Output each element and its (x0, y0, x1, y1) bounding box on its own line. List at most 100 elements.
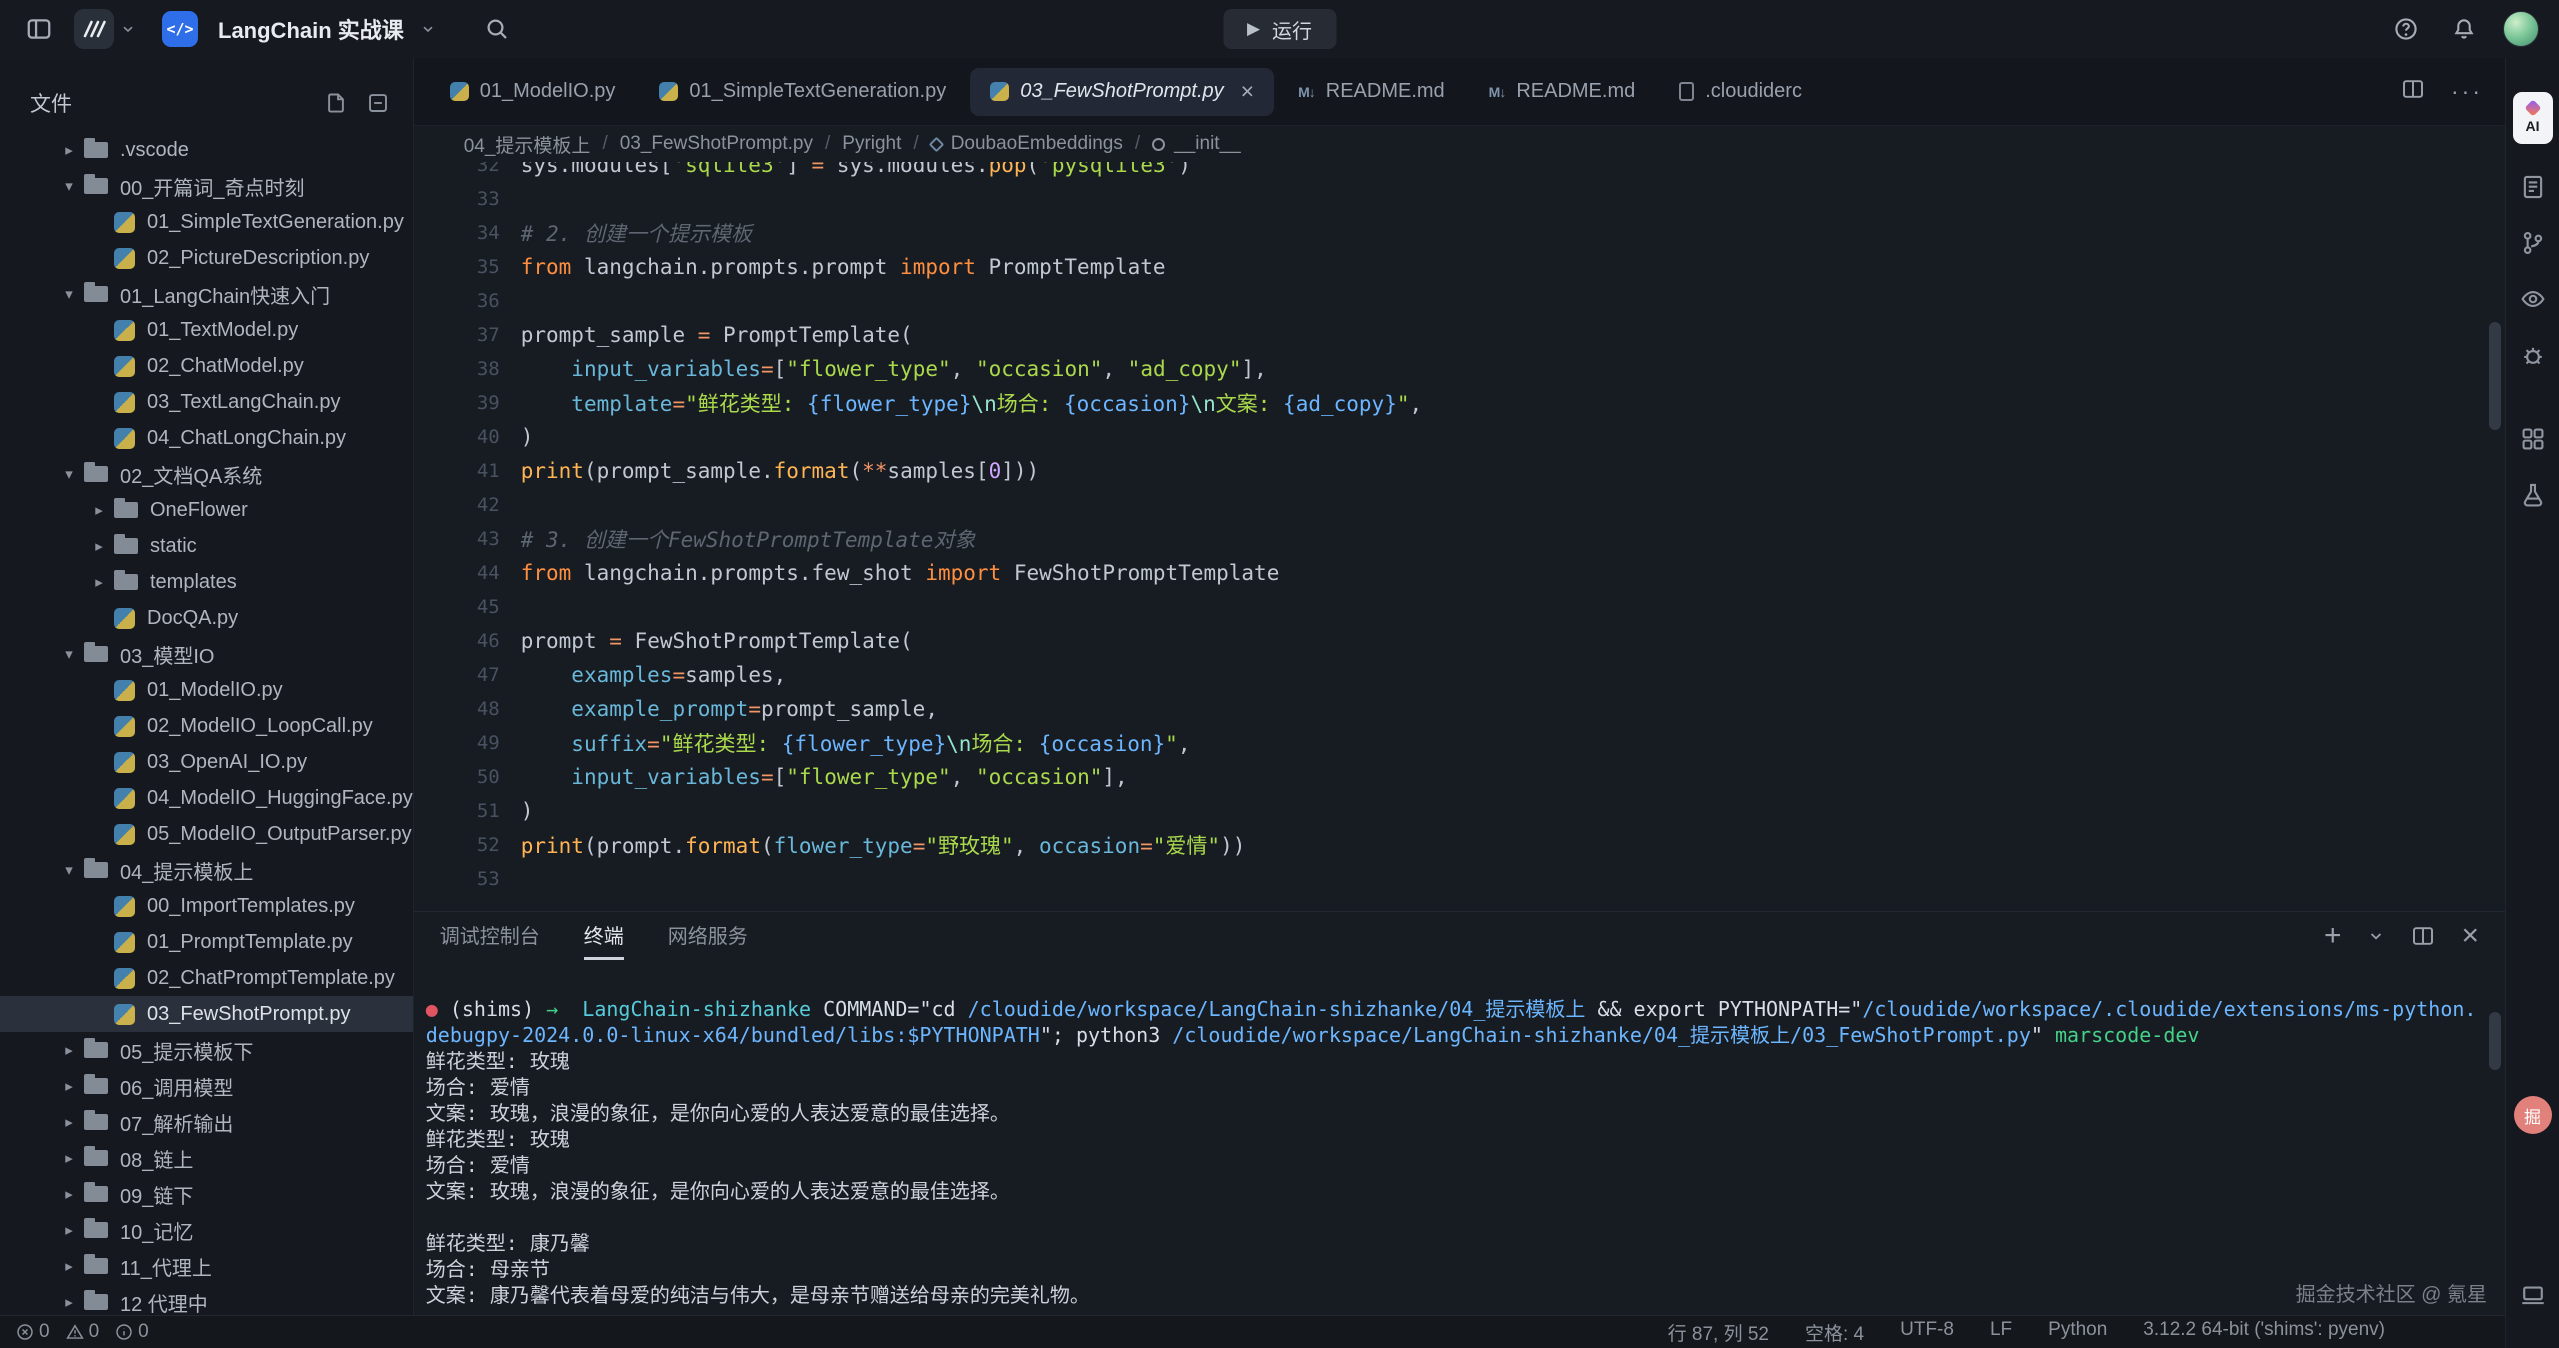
code-line[interactable]: 43# 3. 创建一个FewShotPromptTemplate对象 (414, 522, 2505, 556)
infos-indicator[interactable]: 0 (115, 1321, 149, 1343)
line-number[interactable]: 33 (414, 188, 500, 210)
code-line[interactable]: 37prompt_sample = PromptTemplate( (414, 318, 2505, 352)
status-item[interactable]: 3.12.2 64-bit ('shims': pyenv) (2143, 1319, 2385, 1346)
tree-file-item[interactable]: 03_FewShotPrompt.py (0, 996, 413, 1032)
code-line[interactable]: 51) (414, 794, 2505, 828)
tree-folder-item[interactable]: ▸09_链下 (0, 1176, 413, 1212)
code-line[interactable]: 38 input_variables=["flower_type", "occa… (414, 352, 2505, 386)
tree-folder-item[interactable]: ▾01_LangChain快速入门 (0, 276, 413, 312)
split-editor-icon[interactable] (2401, 77, 2425, 106)
line-number[interactable]: 32 (414, 162, 500, 176)
editor-tab[interactable]: M↓README.md (1469, 68, 1656, 116)
tree-file-item[interactable]: 05_ModelIO_OutputParser.py (0, 816, 413, 852)
document-preview-icon[interactable] (2520, 174, 2546, 200)
tree-file-item[interactable]: DocQA.py (0, 600, 413, 636)
tree-folder-item[interactable]: ▸OneFlower (0, 492, 413, 528)
tree-folder-item[interactable]: ▸07_解析输出 (0, 1104, 413, 1140)
floating-avatar-badge[interactable]: 掘 (2514, 1096, 2552, 1134)
code-line[interactable]: 48 example_prompt=prompt_sample, (414, 692, 2505, 726)
source-control-icon[interactable] (2520, 230, 2546, 256)
line-number[interactable]: 48 (414, 698, 500, 720)
status-item[interactable]: UTF-8 (1900, 1319, 1954, 1346)
new-terminal-icon[interactable]: + (2324, 921, 2342, 951)
editor-tab[interactable]: 01_SimpleTextGeneration.py (639, 68, 966, 116)
tree-folder-item[interactable]: ▸11_代理上 (0, 1248, 413, 1284)
tree-file-item[interactable]: 02_ModelIO_LoopCall.py (0, 708, 413, 744)
debug-bug-icon[interactable] (2520, 342, 2546, 368)
line-number[interactable]: 35 (414, 256, 500, 278)
line-number[interactable]: 42 (414, 494, 500, 516)
code-line[interactable]: 47 examples=samples, (414, 658, 2505, 692)
tree-folder-item[interactable]: ▸templates (0, 564, 413, 600)
code-line[interactable]: 45 (414, 590, 2505, 624)
line-number[interactable]: 34 (414, 222, 500, 244)
tree-folder-item[interactable]: ▸06_调用模型 (0, 1068, 413, 1104)
code-line[interactable]: 34# 2. 创建一个提示模板 (414, 216, 2505, 250)
line-number[interactable]: 41 (414, 460, 500, 482)
line-number[interactable]: 44 (414, 562, 500, 584)
line-number[interactable]: 43 (414, 528, 500, 550)
tree-folder-item[interactable]: ▸.vscode (0, 132, 413, 168)
editor-tab[interactable]: 03_FewShotPrompt.py× (970, 68, 1274, 116)
tree-file-item[interactable]: 01_PromptTemplate.py (0, 924, 413, 960)
panel-tab[interactable]: 网络服务 (668, 912, 748, 960)
errors-indicator[interactable]: 0 (16, 1321, 50, 1343)
help-icon[interactable] (2387, 10, 2425, 48)
terminal-scrollbar[interactable] (2489, 1012, 2501, 1070)
tree-file-item[interactable]: 02_PictureDescription.py (0, 240, 413, 276)
line-number[interactable]: 45 (414, 596, 500, 618)
user-avatar[interactable] (2503, 11, 2539, 47)
editor-tab[interactable]: M↓README.md (1278, 68, 1465, 116)
laptop-icon[interactable] (2520, 1282, 2546, 1308)
line-number[interactable]: 51 (414, 800, 500, 822)
tree-file-item[interactable]: 03_OpenAI_IO.py (0, 744, 413, 780)
status-item[interactable]: LF (1990, 1319, 2012, 1346)
tree-file-item[interactable]: 02_ChatModel.py (0, 348, 413, 384)
line-number[interactable]: 53 (414, 868, 500, 890)
code-line[interactable]: 40) (414, 420, 2505, 454)
tree-folder-item[interactable]: ▸08_链上 (0, 1140, 413, 1176)
bell-icon[interactable] (2445, 10, 2483, 48)
ai-assistant-button[interactable]: AI (2513, 92, 2553, 144)
line-number[interactable]: 46 (414, 630, 500, 652)
tree-file-item[interactable]: 04_ModelIO_HuggingFace.py (0, 780, 413, 816)
line-number[interactable]: 50 (414, 766, 500, 788)
breadcrumb-item[interactable]: DoubaoEmbeddings (931, 133, 1123, 155)
editor-scrollbar[interactable] (2489, 322, 2501, 430)
breadcrumb-item[interactable]: Pyright (842, 133, 901, 155)
code-editor[interactable]: 32sys.modules['sqlite3'] = sys.modules.p… (414, 162, 2505, 911)
sidebar-toggle-icon[interactable] (20, 10, 58, 48)
code-line[interactable]: 44from langchain.prompts.few_shot import… (414, 556, 2505, 590)
editor-tab[interactable]: 01_ModelIO.py (430, 68, 636, 116)
code-line[interactable]: 39 template="鲜花类型: {flower_type}\n场合: {o… (414, 386, 2505, 420)
code-line[interactable]: 36 (414, 284, 2505, 318)
new-file-icon[interactable] (325, 92, 347, 114)
terminal-dropdown-icon[interactable] (2367, 927, 2385, 945)
code-line[interactable]: 46prompt = FewShotPromptTemplate( (414, 624, 2505, 658)
tree-folder-item[interactable]: ▾00_开篇词_奇点时刻 (0, 168, 413, 204)
editor-tab[interactable]: .cloudiderc (1659, 68, 1822, 116)
app-logo[interactable] (74, 9, 136, 49)
workspace-icon[interactable]: </> (162, 11, 198, 47)
code-line[interactable]: 33 (414, 182, 2505, 216)
tree-folder-item[interactable]: ▾02_文档QA系统 (0, 456, 413, 492)
tree-folder-item[interactable]: ▾03_模型IO (0, 636, 413, 672)
tree-file-item[interactable]: 00_ImportTemplates.py (0, 888, 413, 924)
split-panel-icon[interactable] (2411, 924, 2435, 948)
tree-file-item[interactable]: 01_ModelIO.py (0, 672, 413, 708)
tree-folder-item[interactable]: ▸static (0, 528, 413, 564)
line-number[interactable]: 38 (414, 358, 500, 380)
close-panel-icon[interactable]: × (2461, 921, 2479, 951)
terminal-output[interactable]: ● (shims) → LangChain-shizhanke COMMAND=… (414, 960, 2505, 1315)
code-line[interactable]: 42 (414, 488, 2505, 522)
code-line[interactable]: 35from langchain.prompts.prompt import P… (414, 250, 2505, 284)
close-icon[interactable]: × (1241, 78, 1254, 105)
breadcrumb-item[interactable]: 03_FewShotPrompt.py (620, 133, 813, 155)
status-item[interactable]: 行 87, 列 52 (1668, 1319, 1769, 1346)
line-number[interactable]: 37 (414, 324, 500, 346)
tree-folder-item[interactable]: ▾04_提示模板上 (0, 852, 413, 888)
chevron-down-icon[interactable] (420, 21, 436, 37)
code-line[interactable]: 53 (414, 862, 2505, 896)
code-line[interactable]: 50 input_variables=["flower_type", "occa… (414, 760, 2505, 794)
preview-eye-icon[interactable] (2520, 286, 2546, 312)
